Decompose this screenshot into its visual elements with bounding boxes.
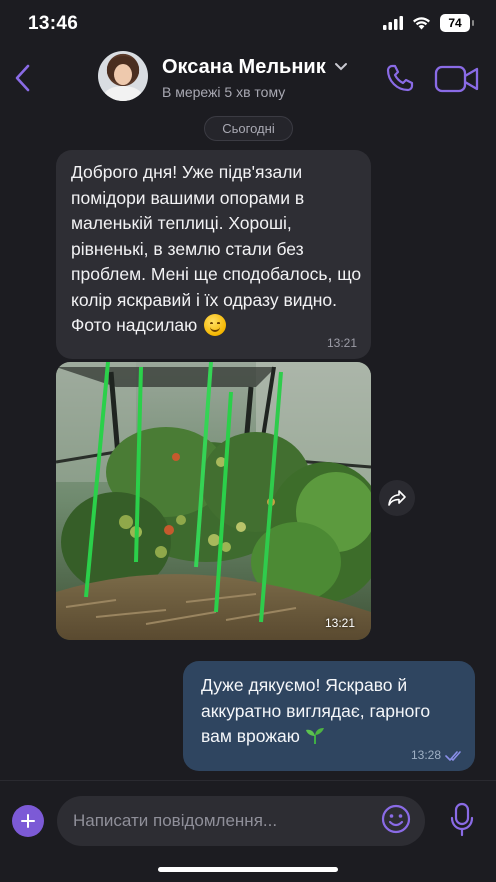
signal-icon xyxy=(383,16,403,30)
chat-header: Оксана Мельник В мережі 5 хв тому xyxy=(0,40,496,112)
video-call-icon[interactable] xyxy=(434,64,480,94)
contact-status: В мережі 5 хв тому xyxy=(162,84,286,100)
microphone-icon[interactable] xyxy=(448,801,476,837)
outgoing-message[interactable]: Дуже дякуємо! Яскраво й аккуратно вигляд… xyxy=(183,661,475,771)
battery-indicator: 74 xyxy=(440,14,474,32)
photo-message[interactable]: 13:21 xyxy=(56,362,371,640)
back-icon[interactable] xyxy=(10,62,38,94)
avatar[interactable] xyxy=(98,51,148,101)
read-checkmarks-icon xyxy=(445,751,461,762)
message-time: 13:21 xyxy=(326,336,357,350)
incoming-message[interactable]: Доброго дня! Уже підв'язали помідори ваш… xyxy=(56,150,371,359)
emoji-icon[interactable] xyxy=(380,803,412,835)
message-text: Дуже дякуємо! Яскраво й аккуратно вигляд… xyxy=(201,675,431,746)
plus-icon xyxy=(21,814,35,828)
message-input[interactable] xyxy=(73,796,373,846)
status-time: 13:46 xyxy=(28,13,79,34)
attach-button[interactable] xyxy=(12,805,44,837)
seedling-icon xyxy=(305,728,324,744)
forward-icon xyxy=(388,490,406,506)
chevron-down-icon[interactable] xyxy=(334,62,348,72)
home-indicator xyxy=(158,867,338,872)
message-input-container[interactable] xyxy=(57,796,425,846)
contact-name[interactable]: Оксана Мельник xyxy=(162,56,326,79)
greenhouse-photo xyxy=(56,362,371,640)
wifi-icon xyxy=(413,17,430,30)
date-separator: Сьогодні xyxy=(204,116,293,141)
message-time: 13:28 xyxy=(410,748,441,762)
forward-button[interactable] xyxy=(379,480,415,516)
photo-time: 13:21 xyxy=(324,616,355,630)
status-icons: 74 xyxy=(383,14,474,32)
smiling-face-icon xyxy=(204,314,227,336)
message-text: Доброго дня! Уже підв'язали помідори ваш… xyxy=(71,162,362,336)
phone-icon[interactable] xyxy=(384,62,416,94)
